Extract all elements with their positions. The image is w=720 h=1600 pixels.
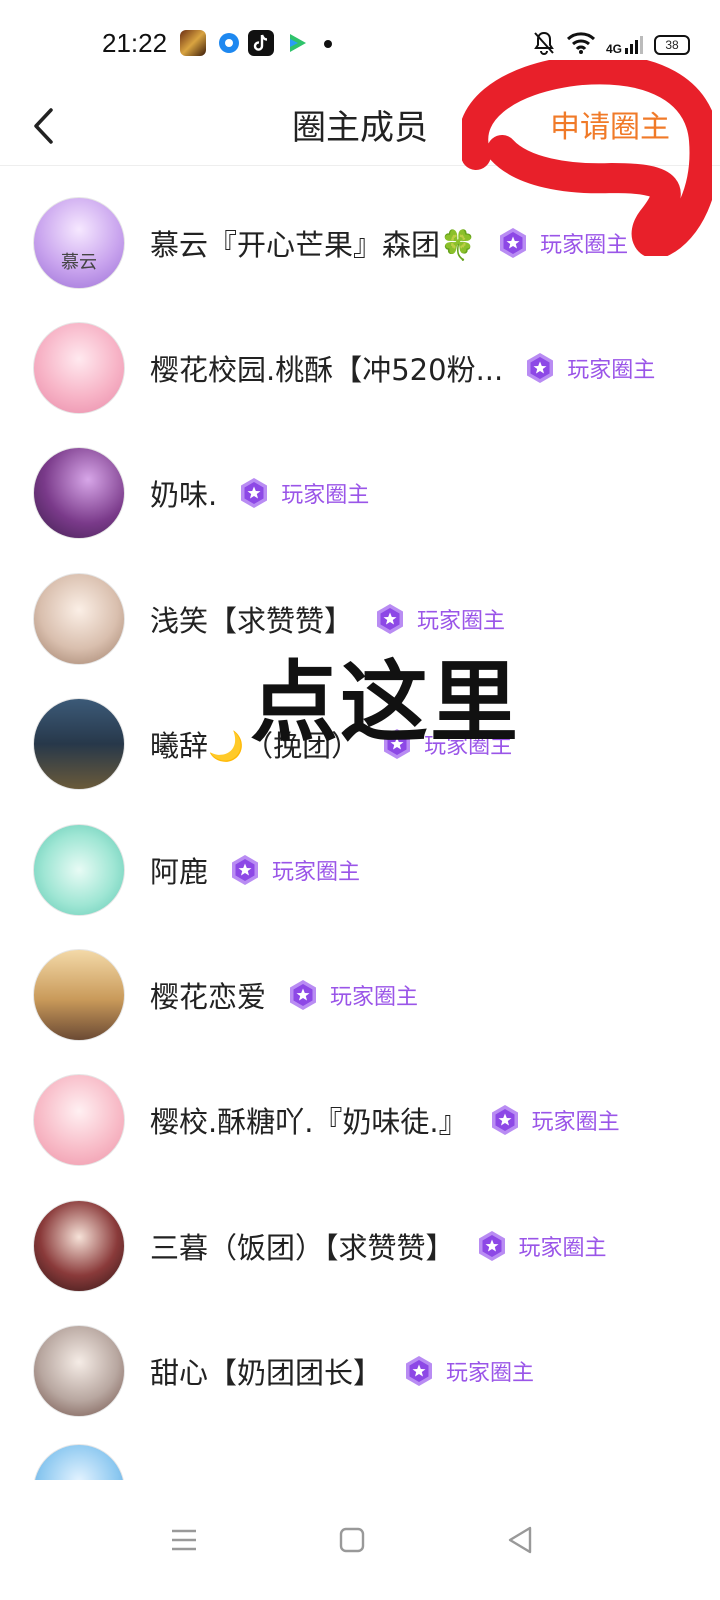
avatar-caption: 慕云 [61, 251, 97, 273]
status-indicators: 4G 38 [532, 30, 690, 60]
badge-label: 玩家圈主 [567, 358, 656, 384]
avatar[interactable] [33, 447, 125, 540]
menu-icon [172, 1529, 196, 1551]
system-nav-bar [0, 1480, 720, 1600]
game-app-icon [180, 30, 206, 56]
star-badge-icon [406, 1356, 433, 1387]
owner-badge: 玩家圈主 [523, 351, 655, 385]
star-badge-icon [527, 353, 554, 384]
avatar[interactable] [33, 1325, 125, 1418]
battery-level: 38 [665, 38, 679, 52]
member-name: 樱花恋爱 [150, 980, 267, 1015]
star-badge-icon [241, 478, 268, 509]
badge-label: 玩家圈主 [540, 232, 629, 258]
member-name: 甜心【奶团团长】 [150, 1356, 383, 1391]
owner-badge: 玩家圈主 [373, 602, 505, 636]
star-badge-icon [290, 980, 317, 1011]
avatar[interactable] [33, 1074, 125, 1167]
signal-icon: 4G [606, 34, 644, 56]
member-name: 奶味. [150, 478, 218, 513]
apply-owner-button[interactable]: 申请圈主 [550, 102, 670, 146]
owner-badge: 玩家圈主 [488, 1103, 620, 1137]
owner-badge: 玩家圈主 [237, 476, 369, 510]
header: 圈主成员 申请圈主 [0, 88, 720, 166]
avatar[interactable] [33, 1199, 125, 1292]
mute-icon [532, 30, 556, 60]
badge-label: 玩家圈主 [417, 608, 506, 634]
badge-label: 玩家圈主 [330, 985, 419, 1011]
badge-label: 玩家圈主 [518, 1235, 607, 1261]
battery-icon: 38 [654, 35, 690, 55]
back-nav-button[interactable] [500, 1520, 540, 1560]
avatar[interactable] [33, 698, 125, 791]
member-name: 三暮（饭团）【求赞赞】 [150, 1230, 455, 1265]
member-name: 慕云『开心芒果』森团🍀 [150, 227, 477, 262]
list-item[interactable]: 奶味. 玩家圈主 [0, 431, 720, 556]
home-square-icon [339, 1527, 365, 1553]
star-badge-icon [377, 603, 404, 634]
star-badge-icon [478, 1230, 505, 1261]
avatar[interactable] [33, 322, 125, 415]
list-item[interactable]: 阿鹿 玩家圈主 [0, 807, 720, 932]
owner-badge: 玩家圈主 [402, 1354, 534, 1388]
avatar[interactable] [33, 823, 125, 916]
member-name: 阿鹿 [150, 854, 209, 889]
status-bar: 21:22 4G 38 [0, 0, 720, 88]
member-name: 樱花校园.桃酥【冲520粉... [150, 353, 504, 388]
list-item[interactable]: 樱校.酥糖吖.『奶味徒.』 玩家圈主 [0, 1058, 720, 1183]
star-badge-icon [232, 854, 259, 885]
video-app-icon [284, 30, 310, 56]
badge-label: 玩家圈主 [531, 1110, 620, 1136]
list-item[interactable]: 甜心【奶团团长】 玩家圈主 [0, 1309, 720, 1434]
owner-badge: 玩家圈主 [286, 978, 418, 1012]
menu-button[interactable] [164, 1520, 204, 1560]
status-time: 21:22 [102, 28, 168, 58]
list-item[interactable]: 慕云 慕云『开心芒果』森团🍀 玩家圈主 [0, 180, 720, 305]
tiktok-icon [248, 30, 274, 56]
qq-browser-icon [216, 30, 242, 56]
home-button[interactable] [332, 1520, 372, 1560]
member-name: 樱校.酥糖吖.『奶味徒.』 [150, 1105, 468, 1140]
notification-dot [324, 40, 332, 48]
list-item[interactable]: 樱花校园.桃酥【冲520粉... 玩家圈主 [0, 305, 720, 430]
owner-badge: 玩家圈主 [228, 853, 360, 887]
owner-badge: 玩家圈主 [496, 226, 628, 260]
back-triangle-icon [508, 1526, 532, 1554]
star-badge-icon [491, 1105, 518, 1136]
avatar[interactable] [33, 572, 125, 665]
badge-label: 玩家圈主 [446, 1361, 535, 1387]
avatar[interactable]: 慕云 [33, 196, 125, 289]
list-item[interactable]: 三暮（饭团）【求赞赞】 玩家圈主 [0, 1183, 720, 1308]
network-type: 4G [605, 42, 622, 56]
owner-badge: 玩家圈主 [475, 1229, 607, 1263]
badge-label: 玩家圈主 [272, 859, 361, 885]
wifi-icon [566, 31, 596, 59]
annotation-text: 点这里 [250, 651, 521, 754]
badge-label: 玩家圈主 [281, 483, 370, 509]
star-badge-icon [500, 227, 527, 258]
list-item[interactable]: 樱花恋爱 玩家圈主 [0, 932, 720, 1057]
avatar[interactable] [33, 949, 125, 1042]
member-list: 慕云 慕云『开心芒果』森团🍀 玩家圈主 樱花校园.桃酥【冲520粉... 玩家圈… [0, 180, 720, 1494]
